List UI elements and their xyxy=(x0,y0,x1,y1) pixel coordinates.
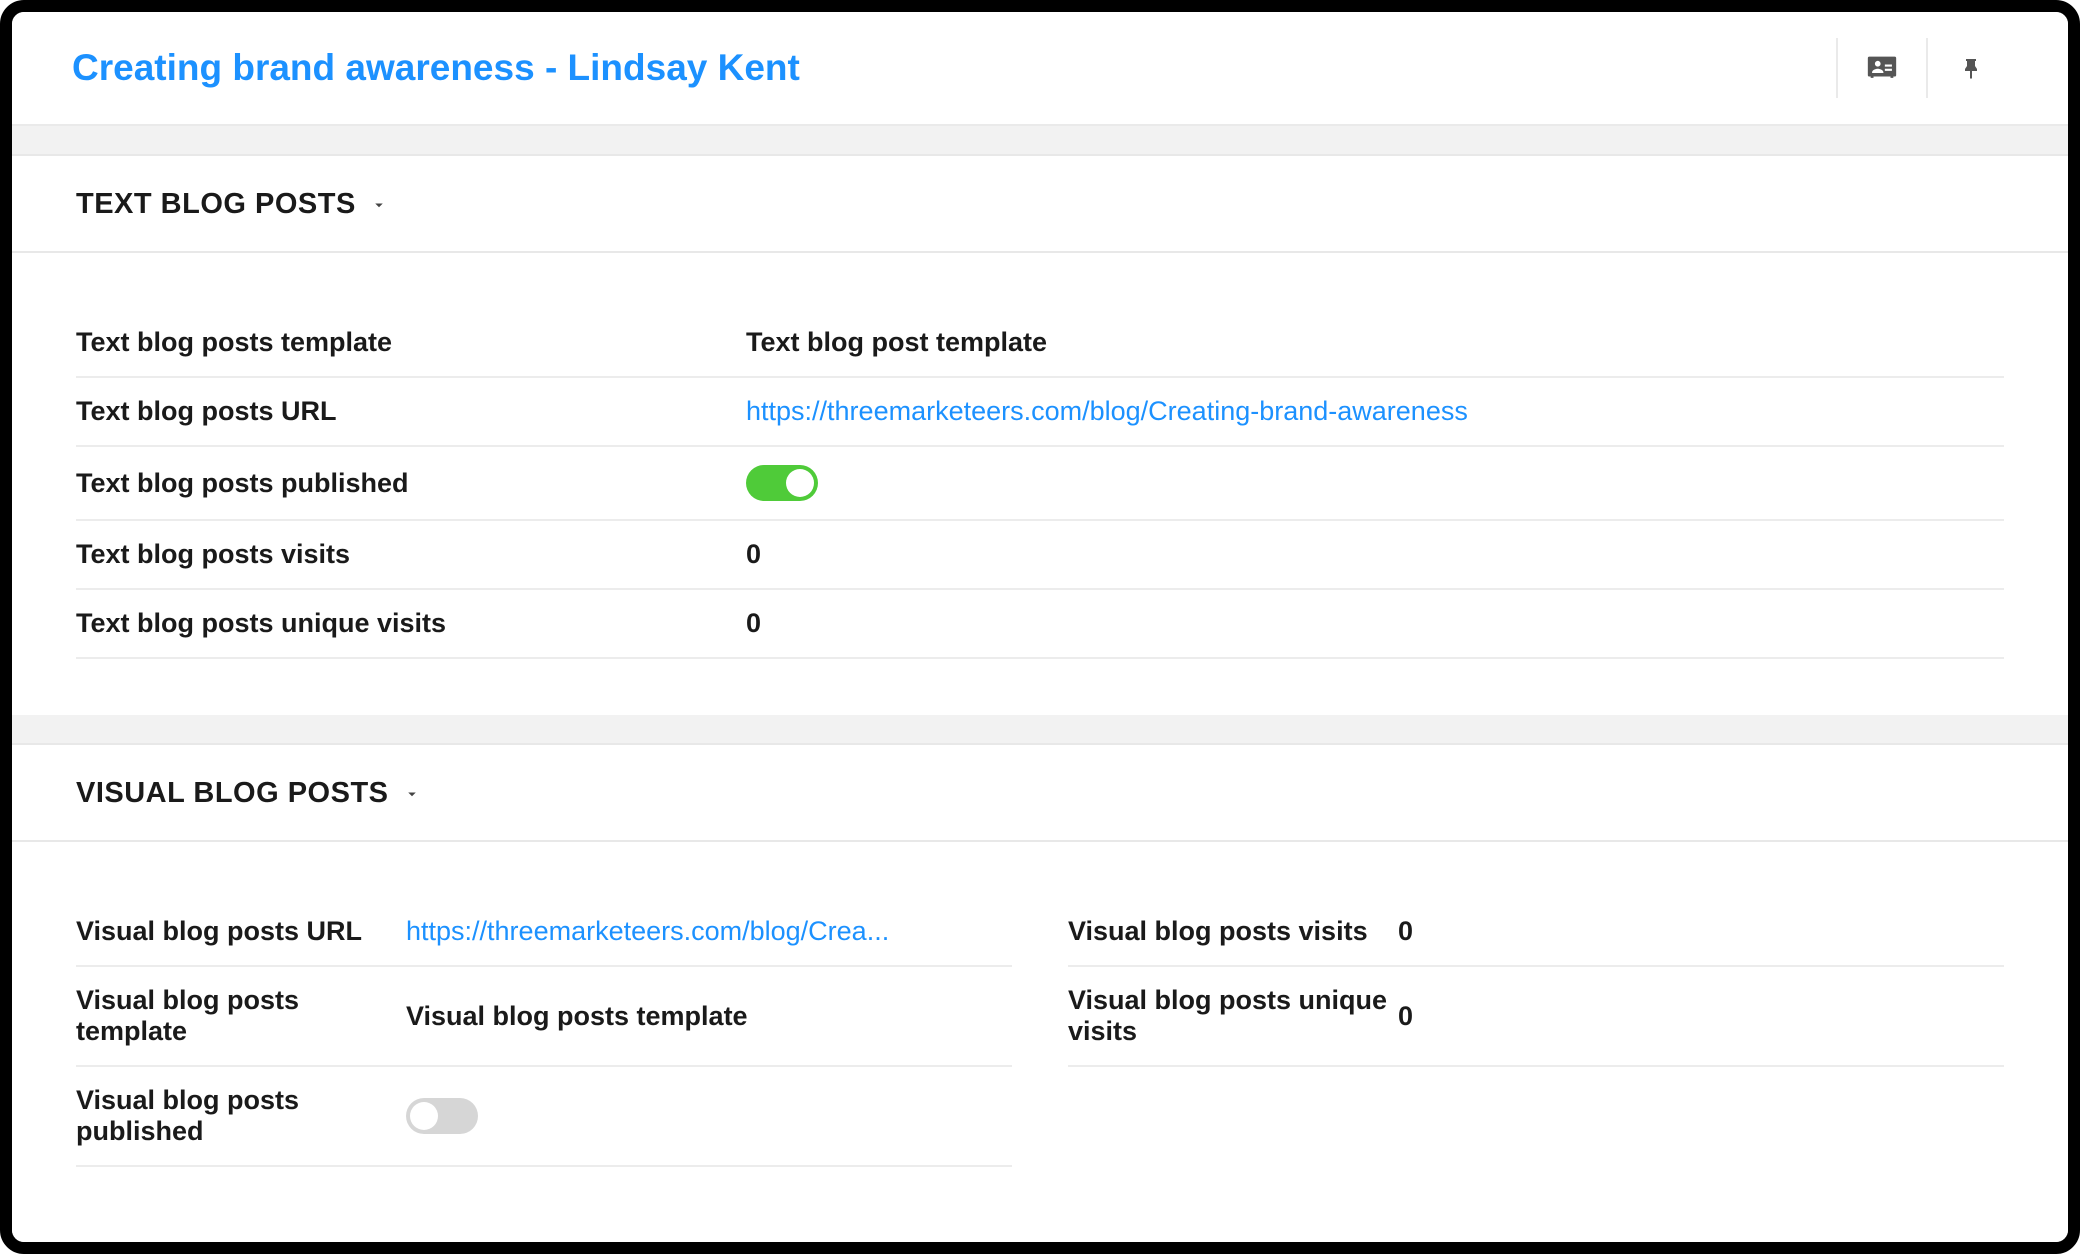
row-text-visits: Text blog posts visits 0 xyxy=(76,521,2004,590)
label-text-visits: Text blog posts visits xyxy=(76,521,746,588)
section-body-text-blog: Text blog posts template Text blog post … xyxy=(12,253,2068,715)
label-visual-url: Visual blog posts URL xyxy=(76,898,406,965)
toggle-text-published[interactable] xyxy=(746,465,818,501)
label-text-template: Text blog posts template xyxy=(76,309,746,376)
chevron-down-icon xyxy=(370,196,388,214)
label-text-unique: Text blog posts unique visits xyxy=(76,590,746,657)
label-visual-unique: Visual blog posts unique visits xyxy=(1068,967,1398,1065)
value-text-visits[interactable]: 0 xyxy=(746,521,2004,588)
toggle-visual-published[interactable] xyxy=(406,1098,478,1134)
value-text-template[interactable]: Text blog post template xyxy=(746,309,2004,376)
contact-card-icon xyxy=(1865,51,1899,85)
label-visual-visits: Visual blog posts visits xyxy=(1068,898,1398,965)
section-divider xyxy=(12,126,2068,156)
header-actions xyxy=(1836,38,2016,98)
row-text-url: Text blog posts URL https://threemarkete… xyxy=(76,378,2004,447)
row-visual-template: Visual blog posts template Visual blog p… xyxy=(76,967,1012,1067)
section-title-visual-blog: VISUAL BLOG POSTS xyxy=(76,777,389,810)
contact-card-button[interactable] xyxy=(1836,38,1926,98)
value-visual-template[interactable]: Visual blog posts template xyxy=(406,983,1012,1050)
value-text-unique[interactable]: 0 xyxy=(746,590,2004,657)
page-title[interactable]: Creating brand awareness - Lindsay Kent xyxy=(72,47,1836,89)
label-text-url: Text blog posts URL xyxy=(76,378,746,445)
label-text-published: Text blog posts published xyxy=(76,450,746,517)
row-text-published: Text blog posts published xyxy=(76,447,2004,521)
visual-col-left: Visual blog posts URL https://threemarke… xyxy=(76,898,1012,1167)
section-title-text-blog: TEXT BLOG POSTS xyxy=(76,188,356,221)
section-header-text-blog[interactable]: TEXT BLOG POSTS xyxy=(12,156,2068,253)
row-visual-unique: Visual blog posts unique visits 0 xyxy=(1068,967,2004,1067)
pin-icon xyxy=(1960,53,1984,83)
visual-col-right: Visual blog posts visits 0 Visual blog p… xyxy=(1068,898,2004,1167)
section-header-visual-blog[interactable]: VISUAL BLOG POSTS xyxy=(12,745,2068,842)
value-text-published xyxy=(746,447,2004,519)
value-visual-url[interactable]: https://threemarketeers.com/blog/Crea... xyxy=(406,898,926,965)
value-visual-unique[interactable]: 0 xyxy=(1398,983,2004,1050)
row-text-unique: Text blog posts unique visits 0 xyxy=(76,590,2004,659)
row-visual-published: Visual blog posts published xyxy=(76,1067,1012,1167)
page-header: Creating brand awareness - Lindsay Kent xyxy=(12,12,2068,126)
row-text-template: Text blog posts template Text blog post … xyxy=(76,309,2004,378)
value-text-url[interactable]: https://threemarketeers.com/blog/Creatin… xyxy=(746,378,2004,445)
label-visual-template: Visual blog posts template xyxy=(76,967,406,1065)
section-body-visual-blog: Visual blog posts URL https://threemarke… xyxy=(12,842,2068,1223)
chevron-down-icon xyxy=(403,785,421,803)
section-divider xyxy=(12,715,2068,745)
label-visual-published: Visual blog posts published xyxy=(76,1067,406,1165)
row-visual-url: Visual blog posts URL https://threemarke… xyxy=(76,898,1012,967)
value-visual-published xyxy=(406,1080,1012,1152)
pin-button[interactable] xyxy=(1926,38,2016,98)
row-visual-visits: Visual blog posts visits 0 xyxy=(1068,898,2004,967)
value-visual-visits[interactable]: 0 xyxy=(1398,898,2004,965)
